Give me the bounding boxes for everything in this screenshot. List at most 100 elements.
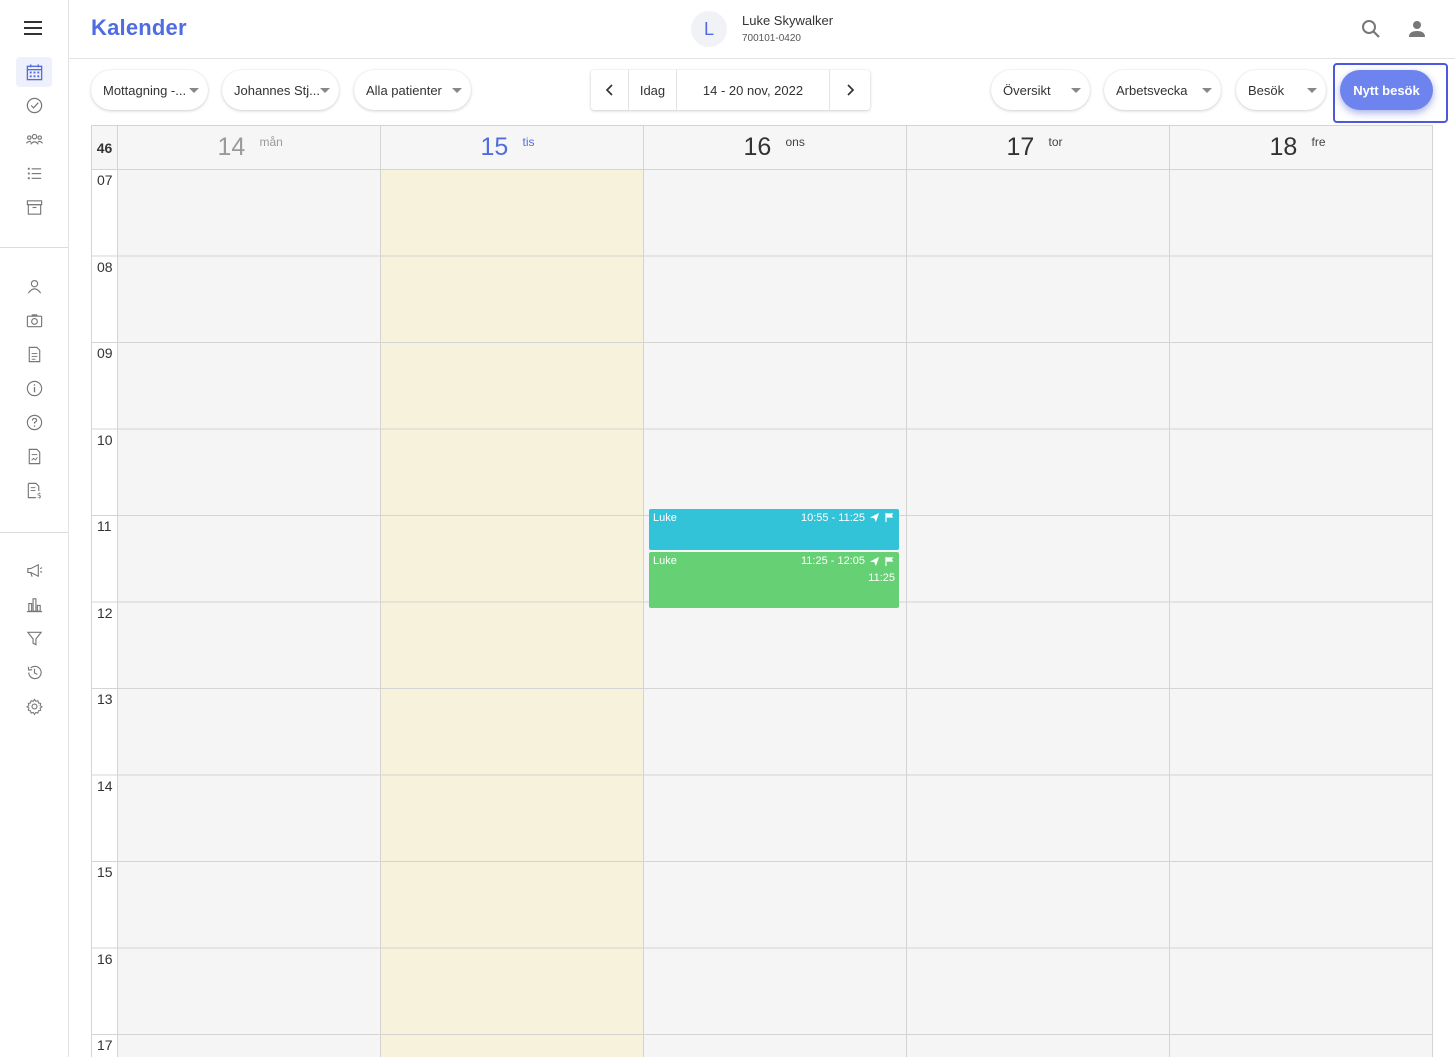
hour-label: 11 bbox=[97, 518, 112, 534]
today-button[interactable]: Idag bbox=[629, 70, 677, 110]
patient-select-value: Alla patienter bbox=[366, 82, 442, 98]
day-number: 14 bbox=[217, 133, 246, 161]
day-column-17[interactable] bbox=[907, 170, 1170, 1057]
new-visit-button[interactable]: Nytt besök bbox=[1340, 70, 1433, 110]
filter-icon[interactable] bbox=[16, 623, 52, 653]
clinic-select[interactable]: Mottagning -... bbox=[91, 70, 208, 110]
patient-select[interactable]: Alla patienter bbox=[354, 70, 471, 110]
event-patient-name: Luke bbox=[653, 511, 677, 524]
day-header-15[interactable]: 15 tis bbox=[381, 126, 644, 170]
calendar-icon[interactable] bbox=[16, 57, 52, 87]
practitioner-select-value: Johannes Stj... bbox=[234, 82, 320, 98]
send-icon bbox=[869, 513, 880, 523]
day-column-15[interactable] bbox=[381, 170, 644, 1057]
day-header-16[interactable]: 16 ons bbox=[644, 126, 907, 170]
type-select[interactable]: Besök bbox=[1236, 70, 1326, 110]
type-select-value: Besök bbox=[1248, 82, 1285, 98]
chevron-left-icon bbox=[605, 84, 613, 96]
sidebar: $ bbox=[0, 0, 69, 1057]
hour-label: 12 bbox=[97, 604, 113, 621]
page-title: Kalender bbox=[91, 15, 187, 40]
list-icon[interactable] bbox=[16, 158, 52, 188]
day-abbreviation: ons bbox=[785, 135, 805, 149]
bar-chart-icon[interactable] bbox=[16, 589, 52, 619]
history-icon[interactable] bbox=[16, 657, 52, 687]
hour-label: 13 bbox=[97, 691, 113, 707]
chevron-down-icon bbox=[320, 88, 330, 93]
help-icon[interactable] bbox=[16, 407, 52, 437]
camera-icon[interactable] bbox=[16, 305, 52, 335]
day-number: 15 bbox=[480, 133, 509, 161]
date-range[interactable]: 14 - 20 nov, 2022 bbox=[677, 70, 830, 110]
chevron-down-icon bbox=[452, 88, 462, 93]
check-circle-icon[interactable] bbox=[16, 90, 52, 120]
report-icon[interactable] bbox=[16, 441, 52, 471]
hour-label: 16 bbox=[97, 950, 113, 967]
megaphone-icon[interactable] bbox=[16, 555, 52, 585]
day-abbreviation: tis bbox=[522, 135, 535, 149]
day-abbreviation: mån bbox=[259, 135, 283, 149]
day-header-18[interactable]: 18 fre bbox=[1170, 126, 1433, 170]
week-calendar: 46 14 mån 15 tis 16 ons 17 tor 18 fre 07 08 09 10 11 1… bbox=[91, 125, 1433, 1057]
day-header-14[interactable]: 14 mån bbox=[118, 126, 381, 170]
document-icon[interactable] bbox=[16, 339, 52, 369]
top-bar: Kalender L Luke Skywalker 700101-0420 bbox=[69, 0, 1455, 59]
chevron-down-icon bbox=[189, 88, 199, 93]
person-icon[interactable] bbox=[16, 271, 52, 301]
hour-label: 09 bbox=[97, 345, 113, 361]
hour-label: 15 bbox=[97, 864, 113, 880]
day-number: 17 bbox=[1006, 133, 1035, 161]
calendar-event[interactable]: Luke 11:25 - 12:05 11:25 bbox=[649, 552, 899, 608]
calendar-event[interactable]: Luke 10:55 - 11:25 bbox=[649, 508, 899, 551]
chevron-down-icon bbox=[1202, 88, 1212, 93]
chevron-down-icon bbox=[1071, 88, 1081, 93]
sidebar-divider bbox=[0, 532, 68, 533]
event-arrival-time: 11:25 bbox=[868, 572, 895, 585]
day-number: 16 bbox=[743, 133, 772, 161]
clinic-select-value: Mottagning -... bbox=[103, 82, 187, 98]
user-name: Luke Skywalker bbox=[742, 13, 834, 28]
day-column-16[interactable] bbox=[644, 170, 907, 1057]
day-header-17[interactable]: 17 tor bbox=[907, 126, 1170, 170]
day-number: 18 bbox=[1269, 133, 1298, 161]
hour-label: 17 bbox=[97, 1037, 113, 1053]
account-icon[interactable] bbox=[1405, 17, 1429, 41]
event-time: 10:55 - 11:25 bbox=[801, 512, 895, 524]
period-select-value: Arbetsvecka bbox=[1116, 82, 1188, 98]
flag-icon bbox=[885, 556, 894, 566]
sidebar-divider bbox=[0, 247, 68, 248]
day-abbreviation: fre bbox=[1311, 135, 1326, 149]
menu-icon[interactable] bbox=[22, 18, 46, 38]
avatar[interactable]: L bbox=[691, 11, 727, 47]
event-patient-name: Luke bbox=[653, 555, 677, 568]
invoice-icon[interactable]: $ bbox=[16, 475, 52, 505]
user-id: 700101-0420 bbox=[742, 33, 801, 44]
previous-week-button[interactable] bbox=[591, 70, 629, 110]
send-icon bbox=[869, 556, 880, 566]
group-icon[interactable] bbox=[16, 124, 52, 154]
week-number: 46 bbox=[92, 126, 118, 170]
chevron-right-icon bbox=[847, 84, 855, 96]
search-icon[interactable] bbox=[1359, 17, 1383, 41]
chevron-down-icon bbox=[1307, 88, 1317, 93]
flag-icon bbox=[885, 513, 894, 523]
archive-icon[interactable] bbox=[16, 192, 52, 222]
svg-text:$: $ bbox=[36, 491, 41, 500]
view-select-value: Översikt bbox=[1003, 82, 1051, 98]
hour-label: 08 bbox=[97, 258, 113, 275]
date-navigation: Idag 14 - 20 nov, 2022 bbox=[591, 70, 870, 110]
day-column-14[interactable] bbox=[118, 170, 381, 1057]
view-select[interactable]: Översikt bbox=[991, 70, 1090, 110]
event-time-text: 10:55 - 11:25 bbox=[800, 511, 865, 524]
settings-icon[interactable] bbox=[16, 691, 52, 721]
practitioner-select[interactable]: Johannes Stj... bbox=[222, 70, 339, 110]
calendar-body: 07 08 09 10 11 12 13 14 15 16 17 Luke 10:55 - 11:25… bbox=[92, 170, 1433, 1057]
info-icon[interactable] bbox=[16, 373, 52, 403]
event-time: 11:25 - 12:05 bbox=[801, 555, 895, 567]
period-select[interactable]: Arbetsvecka bbox=[1104, 70, 1221, 110]
day-abbreviation: tor bbox=[1048, 135, 1063, 149]
day-column-18[interactable] bbox=[1170, 170, 1433, 1057]
event-time-text: 11:25 - 12:05 bbox=[800, 555, 865, 568]
next-week-button[interactable] bbox=[830, 70, 870, 110]
hour-label: 07 bbox=[97, 172, 113, 188]
